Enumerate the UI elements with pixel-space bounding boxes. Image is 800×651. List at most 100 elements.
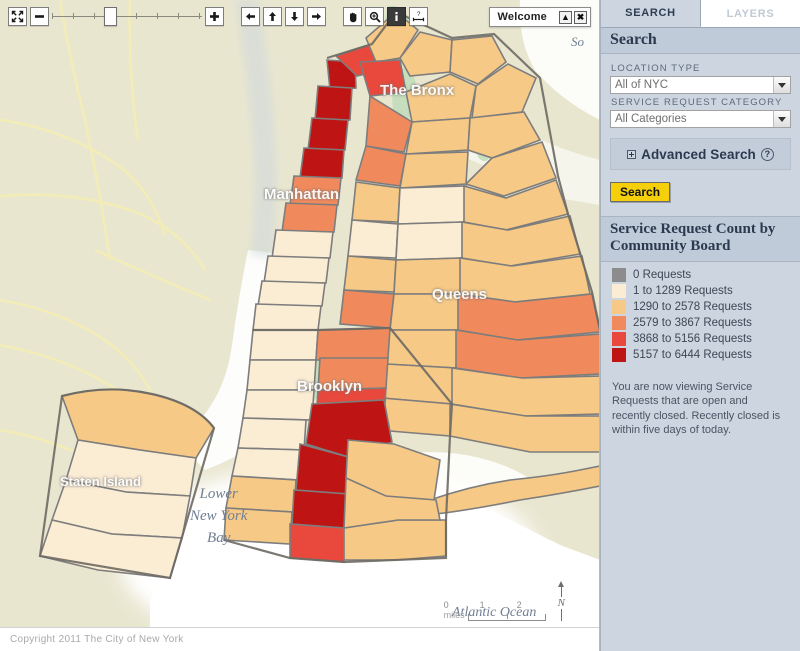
map-pane[interactable]: The Bronx Manhattan Queens Brooklyn Stat… xyxy=(0,0,600,651)
svg-text:?: ? xyxy=(417,12,421,18)
service-request-category-select[interactable]: All Categories xyxy=(610,110,791,128)
cb-polygon xyxy=(351,181,401,223)
map-toolbar[interactable]: ? xyxy=(8,7,431,26)
application-root: The Bronx Manhattan Queens Brooklyn Stat… xyxy=(0,0,800,651)
expand-plus-icon[interactable] xyxy=(627,149,637,159)
cb-polygon xyxy=(225,475,297,513)
legend-list: 0 Requests 1 to 1289 Requests 1290 to 25… xyxy=(601,262,800,364)
pan-right-button[interactable] xyxy=(307,7,326,26)
cb-polygon xyxy=(237,417,307,451)
legend-swatch xyxy=(612,299,626,314)
cb-polygon xyxy=(281,202,338,233)
legend-label: 1290 to 2578 Requests xyxy=(633,300,752,313)
sidebar: SEARCH LAYERS Search LOCATION TYPE All o… xyxy=(600,0,800,651)
cb-polygon xyxy=(347,219,399,259)
legend-label: 3868 to 5156 Requests xyxy=(633,332,752,345)
legend-item: 5157 to 6444 Requests xyxy=(612,347,800,362)
legend-item: 3868 to 5156 Requests xyxy=(612,331,800,346)
pan-tool-button[interactable] xyxy=(343,7,362,26)
cb-polygon xyxy=(291,489,349,529)
cb-polygon xyxy=(389,293,461,331)
tab-search[interactable]: SEARCH xyxy=(601,0,701,27)
copyright-text: Copyright 2011 The City of New York xyxy=(0,627,599,651)
cb-polygon xyxy=(289,523,345,563)
zoom-out-button[interactable] xyxy=(30,7,49,26)
legend-swatch xyxy=(612,283,626,298)
legend-title-line2: Community Board xyxy=(610,238,731,255)
full-extent-button[interactable] xyxy=(8,7,27,26)
legend-title: Service Request Count by Community Board xyxy=(601,216,800,262)
legend-item: 1290 to 2578 Requests xyxy=(612,299,800,314)
search-panel-body: LOCATION TYPE All of NYC SERVICE REQUEST… xyxy=(601,54,800,202)
zoom-slider-handle[interactable] xyxy=(104,7,117,26)
welcome-bar[interactable]: Welcome ▲ ✖ xyxy=(488,7,591,27)
advanced-search-label: Advanced Search xyxy=(641,146,756,162)
cb-polygon xyxy=(339,289,395,329)
scale-bar xyxy=(467,614,546,621)
chevron-down-icon[interactable] xyxy=(773,111,790,127)
scale-tick-2: 2 xyxy=(516,600,522,610)
cb-polygon xyxy=(249,329,319,361)
location-type-select[interactable]: All of NYC xyxy=(610,76,791,94)
cb-polygon xyxy=(257,280,326,307)
cb-polygon xyxy=(271,229,334,259)
scale-tick-1: 1 xyxy=(479,600,485,610)
welcome-collapse-button[interactable]: ▲ xyxy=(559,10,572,24)
cb-polygon xyxy=(354,145,407,187)
help-icon[interactable]: ? xyxy=(760,147,774,161)
search-button[interactable]: Search xyxy=(610,182,671,202)
service-request-category-value: All Categories xyxy=(615,113,687,125)
legend-swatch xyxy=(612,347,626,362)
cb-polygon xyxy=(252,303,322,331)
zoom-tool-button[interactable] xyxy=(365,7,384,26)
legend-swatch xyxy=(612,315,626,330)
legend-title-line1: Service Request Count by xyxy=(610,221,776,237)
location-type-value: All of NYC xyxy=(615,79,669,91)
cb-polygon xyxy=(397,185,467,225)
welcome-label: Welcome xyxy=(497,11,547,23)
cb-polygon xyxy=(314,85,353,121)
cb-polygon xyxy=(343,255,397,293)
scale-tick-labels: 0 1 2 xyxy=(444,599,522,610)
compass-label: N xyxy=(557,597,565,609)
search-panel-title: Search xyxy=(601,28,800,54)
cb-polygon xyxy=(315,327,391,361)
legend-item: 1 to 1289 Requests xyxy=(612,283,800,298)
legend-label: 5157 to 6444 Requests xyxy=(633,348,752,361)
zoom-in-button[interactable] xyxy=(205,7,224,26)
cb-polygon xyxy=(405,117,471,155)
cb-polygon xyxy=(381,363,457,405)
pan-up-button[interactable] xyxy=(263,7,282,26)
pan-left-button[interactable] xyxy=(241,7,260,26)
cb-polygon xyxy=(246,359,317,391)
cb-polygon xyxy=(231,447,305,481)
legend-label: 2579 to 3867 Requests xyxy=(633,316,752,329)
chevron-down-icon[interactable] xyxy=(773,77,790,93)
welcome-close-button[interactable]: ✖ xyxy=(574,10,587,24)
cb-polygon xyxy=(289,175,342,206)
legend-label: 0 Requests xyxy=(633,268,692,281)
legend-item: 0 Requests xyxy=(612,267,800,282)
zoom-slider[interactable] xyxy=(52,7,202,26)
service-request-category-label: SERVICE REQUEST CATEGORY xyxy=(611,97,783,108)
zoom-slider-track xyxy=(52,16,202,17)
legend-swatch xyxy=(612,331,626,346)
cb-polygon xyxy=(399,151,469,189)
identify-tool-button[interactable] xyxy=(387,7,406,26)
cb-polygon xyxy=(395,221,465,261)
scale-widget: 0 1 2 miles N xyxy=(444,581,565,621)
map-canvas[interactable] xyxy=(0,0,600,651)
pan-down-button[interactable] xyxy=(285,7,304,26)
location-type-label: LOCATION TYPE xyxy=(611,63,701,74)
tab-layers[interactable]: LAYERS xyxy=(701,0,800,27)
legend-note: You are now viewing Service Requests tha… xyxy=(612,380,781,437)
scale-tick-0: 0 xyxy=(443,600,449,610)
cb-polygon xyxy=(223,507,293,545)
cb-polygon xyxy=(263,255,330,284)
advanced-search-toggle[interactable]: Advanced Search ? xyxy=(610,138,791,170)
cb-polygon xyxy=(317,357,389,391)
sidebar-tabs[interactable]: SEARCH LAYERS xyxy=(601,0,800,28)
cb-polygon xyxy=(393,257,463,295)
cb-polygon xyxy=(307,117,349,151)
measure-tool-button[interactable]: ? xyxy=(409,7,428,26)
